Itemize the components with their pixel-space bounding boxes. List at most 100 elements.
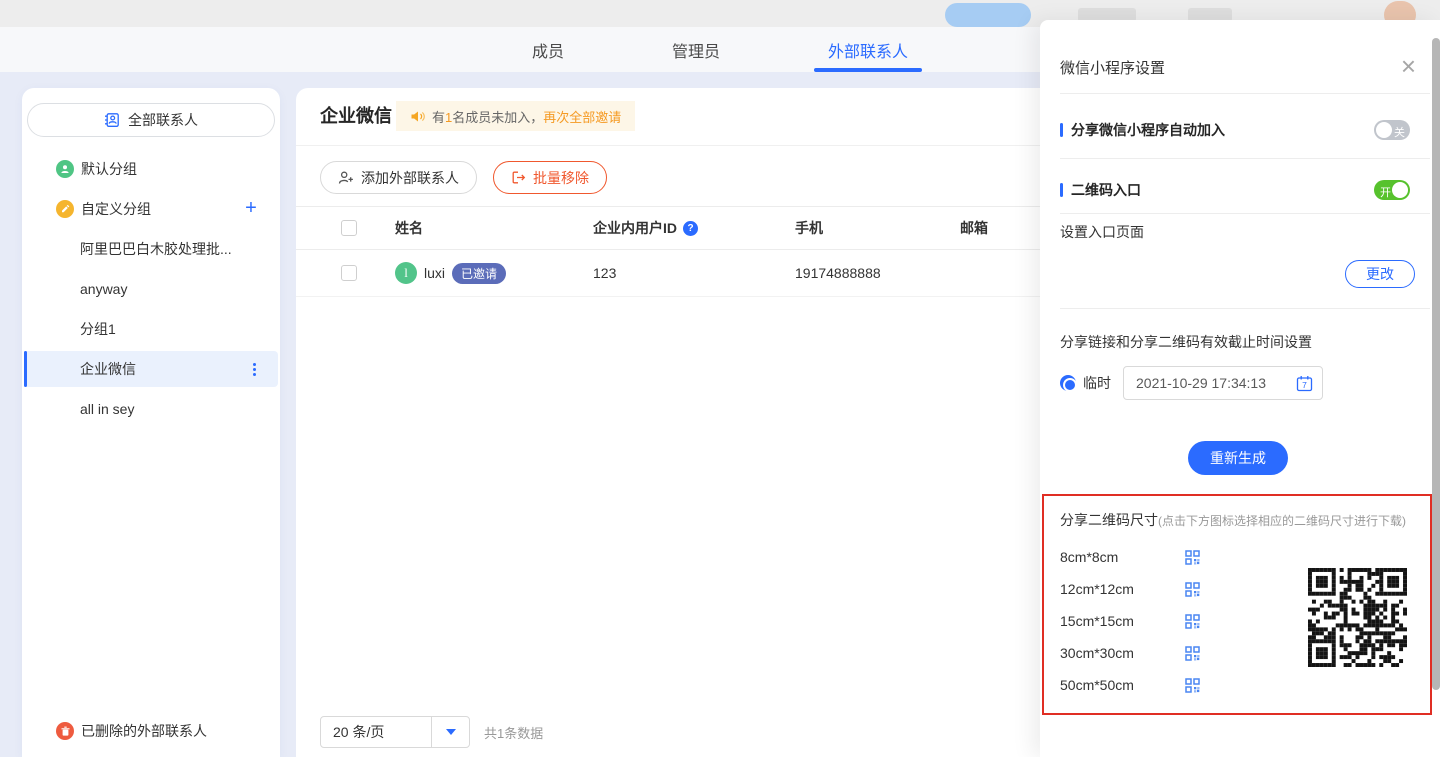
change-button[interactable]: 更改 [1345, 260, 1415, 288]
entry-page-label: 设置入口页面 [1060, 222, 1144, 242]
col-header-phone: 手机 [795, 220, 823, 236]
datetime-input[interactable]: 2021-10-29 17:34:13 7 [1123, 366, 1323, 400]
deleted-contacts-label: 已删除的外部联系人 [81, 721, 207, 741]
megaphone-icon [410, 109, 425, 124]
contact-user-id: 123 [593, 265, 616, 281]
qr-sizes-title-text: 分享二维码尺寸 [1060, 512, 1158, 528]
section-accent-bar [1060, 123, 1063, 137]
toolbar: 添加外部联系人 批量移除 [320, 161, 607, 194]
qr-sizes-hint: (点击下方图标选择相应的二维码尺寸进行下载) [1158, 514, 1406, 528]
datetime-value: 2021-10-29 17:34:13 [1124, 375, 1295, 391]
tab-admins-label: 管理员 [672, 38, 720, 62]
col-header-email: 邮箱 [960, 220, 988, 236]
divider [1060, 158, 1430, 159]
sidebar-group-item[interactable]: anyway [22, 269, 280, 309]
tab-admins[interactable]: 管理员 [664, 27, 728, 72]
panel-title: 微信小程序设置 [1060, 57, 1165, 78]
chevron-down-icon[interactable] [431, 717, 469, 747]
regenerate-button[interactable]: 重新生成 [1188, 441, 1288, 475]
qr-entry-label: 二维码入口 [1071, 180, 1141, 200]
tab-external-label: 外部联系人 [828, 38, 908, 62]
all-contacts-button[interactable]: 全部联系人 [27, 103, 275, 137]
temporary-radio[interactable] [1060, 375, 1076, 391]
qr-size-row: 8cm*8cm [1060, 541, 1200, 573]
contact-phone: 19174888888 [795, 265, 881, 281]
banner-text-after: 名成员未加入， [452, 110, 543, 125]
divider [1060, 308, 1430, 309]
page-title: 企业微信 [320, 102, 392, 128]
tab-members-label: 成员 [532, 38, 564, 62]
group-label: 企业微信 [80, 359, 136, 379]
sidebar-item-custom-group[interactable]: 自定义分组 + [22, 189, 280, 229]
qr-size-label: 12cm*12cm [1060, 581, 1185, 597]
batch-remove-label: 批量移除 [533, 168, 589, 188]
tab-members[interactable]: 成员 [524, 27, 572, 72]
sidebar-item-default-group[interactable]: 默认分组 [22, 149, 280, 189]
selected-indicator-bar [24, 351, 27, 387]
qr-entry-toggle[interactable]: 开 [1374, 180, 1410, 200]
deleted-contacts-link[interactable]: 已删除的外部联系人 [56, 721, 207, 741]
qr-code-image [1303, 563, 1412, 672]
toggle-knob [1392, 182, 1408, 198]
sidebar-group-item[interactable]: all in sey [22, 389, 280, 429]
invited-status-badge: 已邀请 [452, 263, 506, 284]
sidebar-group-item[interactable]: 阿里巴巴白木胶处理批... [22, 229, 280, 269]
total-count: 共1条数据 [484, 723, 543, 742]
person-add-icon [338, 170, 354, 186]
col-header-user-id: 企业内用户ID [593, 218, 677, 238]
qr-size-row: 12cm*12cm [1060, 573, 1200, 605]
row-checkbox[interactable] [341, 265, 357, 281]
invite-banner: 有1名成员未加入，再次全部邀请 [396, 101, 635, 131]
page-size-select[interactable]: 20 条/页 [320, 716, 470, 748]
qr-size-row: 15cm*15cm [1060, 605, 1200, 637]
toggle-state-label: 开 [1380, 184, 1391, 200]
banner-text: 有1名成员未加入，再次全部邀请 [432, 107, 621, 126]
add-group-icon[interactable]: + [242, 200, 260, 218]
contacts-book-icon [104, 112, 120, 128]
qr-download-icon[interactable] [1185, 614, 1200, 629]
panel-scrollbar[interactable] [1432, 38, 1440, 690]
qr-sizes-title: 分享二维码尺寸(点击下方图标选择相应的二维码尺寸进行下载) [1060, 510, 1406, 530]
group-label: all in sey [80, 401, 134, 417]
divider [1060, 93, 1430, 94]
auto-join-toggle[interactable]: 关 [1374, 120, 1410, 140]
col-header-name: 姓名 [395, 218, 423, 238]
person-icon [56, 160, 74, 178]
group-menu-icon[interactable] [249, 359, 260, 380]
qr-size-list: 8cm*8cm 12cm*12cm 15cm*15cm 30cm*30cm 50… [1060, 541, 1200, 701]
avatar: l [395, 262, 417, 284]
qr-size-label: 8cm*8cm [1060, 549, 1185, 565]
miniprogram-settings-panel: 微信小程序设置 × 分享微信小程序自动加入 关 二维码入口 开 设置入口页面 更… [1040, 20, 1440, 757]
all-contacts-label: 全部联系人 [128, 110, 198, 130]
group-label: 阿里巴巴白木胶处理批... [80, 239, 232, 259]
qr-download-icon[interactable] [1185, 582, 1200, 597]
close-icon[interactable]: × [1401, 56, 1416, 76]
qr-size-label: 30cm*30cm [1060, 645, 1185, 661]
groups-sidebar: 全部联系人 默认分组 自定义分组 + 阿里巴巴白木胶处理批... anyway [22, 88, 280, 757]
help-icon[interactable]: ? [683, 221, 698, 236]
export-remove-icon [511, 170, 526, 185]
app-screen: 成员 管理员 外部联系人 全部联系人 默认分组 [0, 0, 1440, 757]
calendar-icon[interactable]: 7 [1295, 374, 1314, 393]
qr-size-label: 50cm*50cm [1060, 677, 1185, 693]
pencil-icon [56, 200, 74, 218]
qr-download-icon[interactable] [1185, 678, 1200, 693]
section-accent-bar [1060, 183, 1063, 197]
banner-text-before: 有 [432, 110, 445, 125]
qr-sizes-highlight-box: 分享二维码尺寸(点击下方图标选择相应的二维码尺寸进行下载) 8cm*8cm 12… [1042, 494, 1432, 715]
expiry-row: 临时 2021-10-29 17:34:13 7 [1060, 366, 1323, 400]
sidebar-group-item-selected[interactable]: 企业微信 [24, 351, 278, 387]
qr-size-row: 50cm*50cm [1060, 669, 1200, 701]
contact-name: luxi [424, 265, 445, 281]
custom-group-label: 自定义分组 [81, 199, 151, 219]
reinvite-all-link[interactable]: 再次全部邀请 [543, 110, 621, 125]
auto-join-label: 分享微信小程序自动加入 [1071, 120, 1225, 140]
tab-external-contacts[interactable]: 外部联系人 [820, 27, 916, 72]
select-all-checkbox[interactable] [341, 220, 357, 236]
add-external-contact-button[interactable]: 添加外部联系人 [320, 161, 477, 194]
sidebar-group-item[interactable]: 分组1 [22, 309, 280, 349]
batch-remove-button[interactable]: 批量移除 [493, 161, 607, 194]
expiry-section-label: 分享链接和分享二维码有效截止时间设置 [1060, 332, 1312, 352]
qr-download-icon[interactable] [1185, 646, 1200, 661]
qr-download-icon[interactable] [1185, 550, 1200, 565]
